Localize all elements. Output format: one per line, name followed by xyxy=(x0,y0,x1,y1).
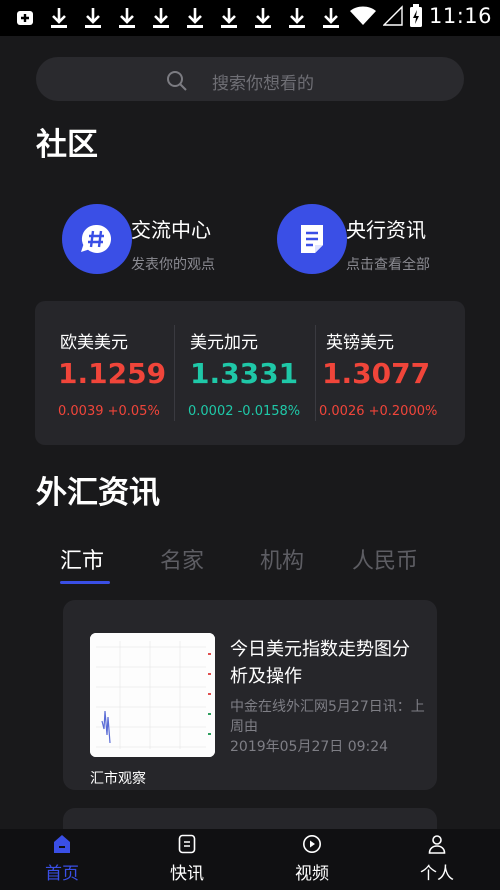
tab-institutions[interactable]: 机构 xyxy=(260,543,304,575)
tab-rmb[interactable]: 人民币 xyxy=(352,543,418,575)
nav-home[interactable]: 首页 xyxy=(32,829,92,890)
download-icon xyxy=(85,8,101,28)
active-tab-indicator xyxy=(60,581,110,584)
wifi-icon xyxy=(349,6,376,25)
rate-change: 0.0039 +0.05% xyxy=(58,404,160,419)
divider xyxy=(174,325,175,421)
play-icon xyxy=(303,835,321,853)
rate-pair-name[interactable]: 英镑美元 xyxy=(326,328,394,353)
add-notification-icon xyxy=(17,11,33,25)
news-category: 汇市观察 xyxy=(90,771,146,787)
news-section-title: 外汇资讯 xyxy=(36,475,160,511)
rate-change: 0.0026 +0.2000% xyxy=(319,404,438,419)
news-date: 2019年05月27日 09:24 xyxy=(230,739,389,755)
community-item-title[interactable]: 央行资讯 xyxy=(346,214,439,243)
community-item-central-bank[interactable] xyxy=(277,204,347,274)
tab-market[interactable]: 汇市 xyxy=(60,543,104,575)
download-icon xyxy=(51,8,67,28)
download-icon xyxy=(187,8,203,28)
download-icon xyxy=(119,8,135,28)
home-icon xyxy=(54,835,70,853)
download-icon xyxy=(323,8,339,28)
document-icon xyxy=(301,225,323,253)
download-icon xyxy=(221,8,237,28)
tab-experts[interactable]: 名家 xyxy=(160,543,204,575)
download-icon xyxy=(255,8,271,28)
rate-value: 1.1259 xyxy=(58,357,167,390)
nav-label: 个人 xyxy=(420,864,454,884)
community-item-exchange[interactable] xyxy=(62,204,132,274)
nav-label: 快讯 xyxy=(170,864,204,884)
community-title: 社区 xyxy=(36,127,98,163)
download-icon xyxy=(289,8,305,28)
hash-icon xyxy=(81,224,112,253)
person-icon xyxy=(428,835,446,854)
news-thumbnail[interactable] xyxy=(90,633,215,757)
nav-video[interactable]: 视频 xyxy=(282,829,342,890)
divider xyxy=(315,325,316,421)
news-title[interactable]: 今日美元指数走势图分析及操作 xyxy=(230,636,420,690)
search-input[interactable]: 搜索你想看的 xyxy=(212,69,314,94)
rate-pair-name[interactable]: 欧美美元 xyxy=(60,328,128,353)
nav-profile[interactable]: 个人 xyxy=(407,829,467,890)
download-icon xyxy=(153,8,169,28)
rate-value: 1.3331 xyxy=(190,357,299,390)
battery-icon xyxy=(409,4,422,27)
signal-icon xyxy=(382,5,403,26)
nav-label: 首页 xyxy=(45,864,79,884)
status-time: 11:16 xyxy=(428,4,492,28)
search-icon[interactable] xyxy=(166,70,188,92)
news-excerpt: 中金在线外汇网5月27日讯：上周由 xyxy=(230,699,425,735)
rate-value: 1.3077 xyxy=(322,357,431,390)
nav-flash-news[interactable]: 快讯 xyxy=(157,829,217,890)
rate-change: 0.0002 -0.0158% xyxy=(188,404,301,419)
flash-news-icon xyxy=(178,834,196,854)
status-bar-system: 11:16 xyxy=(349,4,492,28)
status-bar-notifications xyxy=(14,6,342,30)
community-item-subtitle: 点击查看全部 xyxy=(346,257,430,273)
nav-label: 视频 xyxy=(295,864,329,884)
rate-pair-name[interactable]: 美元加元 xyxy=(190,328,258,353)
community-item-title[interactable]: 交流中心 xyxy=(131,214,224,243)
community-item-subtitle: 发表你的观点 xyxy=(131,257,215,273)
news-source: 中金在线外汇网5月27日讯：上周由 2019年05月27日 09:24 xyxy=(230,697,430,757)
